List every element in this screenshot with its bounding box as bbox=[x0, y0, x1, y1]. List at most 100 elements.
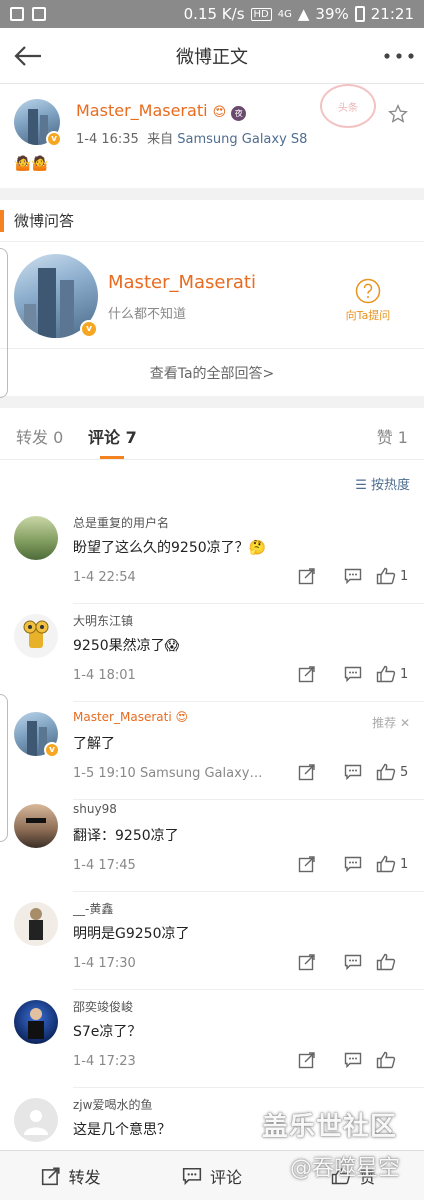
clock: 21:21 bbox=[370, 5, 414, 23]
commenter-name[interactable]: 总是重复的用户名 bbox=[73, 514, 169, 531]
commenter-name[interactable]: __-黄鑫 bbox=[73, 900, 113, 917]
like-button[interactable]: 1 bbox=[376, 852, 410, 876]
like-button[interactable] bbox=[376, 1048, 410, 1072]
tab-comments[interactable]: 评论 7 bbox=[88, 424, 137, 448]
tab-repost[interactable]: 转发 0 bbox=[16, 424, 63, 448]
like-button[interactable] bbox=[376, 950, 410, 974]
comment-text: 了解了 bbox=[73, 736, 115, 752]
like-count: 1 bbox=[400, 856, 409, 872]
share-icon bbox=[298, 764, 315, 781]
thumbs-up-icon bbox=[376, 1051, 396, 1069]
reply-button[interactable] bbox=[330, 852, 376, 876]
comment-icon bbox=[344, 954, 362, 970]
commenter-avatar[interactable] bbox=[14, 516, 58, 560]
reply-button[interactable] bbox=[330, 662, 376, 686]
comment-item: shuy98 翻译：9250凉了 1-4 17:45 1 bbox=[0, 794, 424, 892]
comment-actions: 1 bbox=[284, 852, 410, 876]
post-source[interactable]: Samsung Galaxy S8 bbox=[177, 132, 307, 147]
more-button[interactable] bbox=[384, 42, 414, 70]
reply-button[interactable] bbox=[330, 564, 376, 588]
comment-icon bbox=[344, 856, 362, 872]
commenter-avatar[interactable] bbox=[14, 1000, 58, 1044]
sort-icon: ☰ bbox=[355, 478, 367, 493]
share-icon bbox=[298, 666, 315, 683]
thumbs-up-icon bbox=[376, 567, 396, 585]
bottom-repost-button[interactable]: 转发 bbox=[0, 1164, 141, 1188]
commenter-avatar[interactable] bbox=[14, 804, 58, 848]
commenter-name[interactable]: 邵奕竣俊峻 bbox=[73, 998, 133, 1015]
side-drawer-handle[interactable] bbox=[0, 694, 8, 842]
bottom-comment-label: 评论 bbox=[209, 1167, 242, 1187]
bottom-comment-button[interactable]: 评论 bbox=[141, 1164, 282, 1188]
post-meta: 1-4 16:35 来自 Samsung Galaxy S8 bbox=[76, 128, 307, 147]
back-button[interactable] bbox=[0, 28, 56, 84]
like-count: 1 bbox=[400, 666, 409, 682]
qa-section-title: 微博问答 bbox=[14, 212, 75, 230]
emoji-badge-icon: 😍 bbox=[175, 710, 188, 724]
comment-actions bbox=[284, 1048, 410, 1072]
ask-question-button[interactable]: 向Ta提问 bbox=[340, 278, 396, 323]
like-button[interactable]: 5 bbox=[376, 760, 410, 784]
emoji-badge-icon: 😍 bbox=[212, 105, 227, 120]
recommend-dismiss[interactable]: 推荐 ✕ bbox=[372, 714, 410, 731]
comment-text: 明明是G9250凉了 bbox=[73, 926, 190, 942]
comment-time: 1-4 17:45 bbox=[73, 858, 136, 873]
reply-button[interactable] bbox=[330, 760, 376, 784]
commenter-name[interactable]: 大明东江镇 bbox=[73, 612, 133, 629]
post-author-name[interactable]: Master_Maserati 😍 夜 bbox=[76, 101, 247, 121]
thumbs-up-icon bbox=[376, 763, 396, 781]
network-speed: 0.15 K/s bbox=[183, 5, 245, 23]
commenter-name[interactable]: zjw爱喝水的鱼 bbox=[73, 1096, 152, 1113]
share-icon bbox=[41, 1166, 60, 1185]
reply-button[interactable] bbox=[330, 1048, 376, 1072]
battery-percent: 39% bbox=[315, 5, 349, 23]
comment-icon bbox=[344, 666, 362, 682]
battery-icon bbox=[354, 6, 365, 22]
commenter-name[interactable]: Master_Maserati 😍 bbox=[73, 710, 188, 724]
arrow-left-icon bbox=[14, 45, 41, 66]
like-count: 5 bbox=[400, 764, 409, 780]
qa-user-name[interactable]: Master_Maserati bbox=[108, 272, 256, 293]
comment-icon bbox=[344, 568, 362, 584]
comment-actions bbox=[284, 950, 410, 974]
post-time: 1-4 16:35 bbox=[76, 132, 139, 147]
comment-actions: 1 bbox=[284, 662, 410, 686]
active-tab-indicator bbox=[100, 456, 124, 459]
qa-avatar[interactable]: v bbox=[14, 254, 98, 338]
share-button[interactable] bbox=[284, 1048, 330, 1072]
share-button[interactable] bbox=[284, 950, 330, 974]
signal-label: 4G bbox=[277, 8, 292, 20]
share-button[interactable] bbox=[284, 564, 330, 588]
reply-button[interactable] bbox=[330, 950, 376, 974]
thumbs-up-icon bbox=[376, 855, 396, 873]
like-button[interactable]: 1 bbox=[376, 564, 410, 588]
commenter-avatar[interactable] bbox=[14, 614, 58, 658]
from-label: 来自 bbox=[147, 132, 174, 147]
sort-button[interactable]: ☰ 按热度 bbox=[355, 474, 410, 493]
comment-icon bbox=[344, 1052, 362, 1068]
share-button[interactable] bbox=[284, 852, 330, 876]
view-all-answers-link[interactable]: 查看Ta的全部回答> bbox=[0, 348, 424, 396]
commenter-avatar[interactable] bbox=[14, 902, 58, 946]
verified-icon: v bbox=[44, 742, 60, 758]
like-button[interactable]: 1 bbox=[376, 662, 410, 686]
commenter-name[interactable]: shuy98 bbox=[73, 802, 117, 816]
commenter-avatar[interactable]: v bbox=[14, 712, 60, 758]
share-button[interactable] bbox=[284, 760, 330, 784]
author-name-text: Master_Maserati bbox=[76, 101, 208, 120]
gallery-icon bbox=[10, 7, 24, 21]
tab-likes[interactable]: 赞 1 bbox=[377, 424, 408, 448]
status-bar: 0.15 K/s HD 4G ▲ 39% 21:21 bbox=[0, 0, 424, 28]
side-drawer-handle[interactable] bbox=[0, 248, 8, 398]
comment-time: 1-4 18:01 bbox=[73, 668, 136, 683]
favorite-button[interactable] bbox=[388, 104, 408, 128]
tab-bar: 转发 0 评论 7 赞 1 bbox=[0, 408, 424, 460]
commenter-avatar[interactable] bbox=[14, 1098, 58, 1142]
share-button[interactable] bbox=[284, 662, 330, 686]
comment-time: 1-4 17:30 bbox=[73, 956, 136, 971]
comment-icon bbox=[344, 764, 362, 780]
page-title: 微博正文 bbox=[176, 46, 248, 68]
author-avatar[interactable]: v bbox=[14, 99, 62, 147]
share-icon bbox=[298, 954, 315, 971]
comment-item: 邵奕竣俊峻 S7e凉了？ 1-4 17:23 bbox=[0, 990, 424, 1088]
